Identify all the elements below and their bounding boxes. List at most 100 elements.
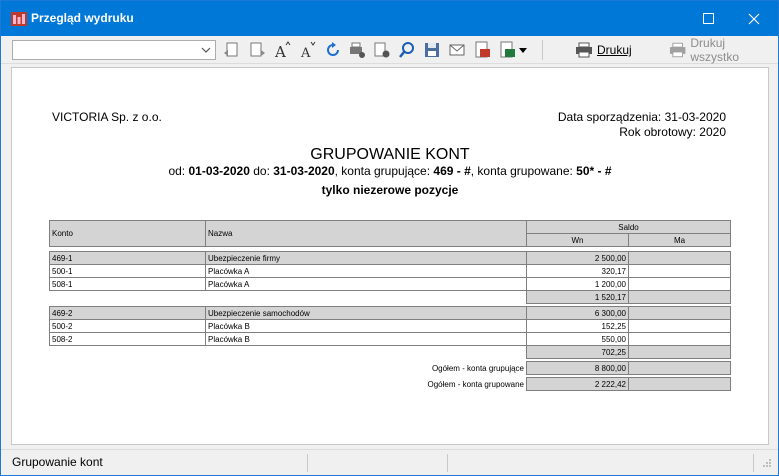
font-decrease-button[interactable]: A bbox=[298, 40, 318, 60]
report-table: Konto Nazwa Saldo Wn Ma 469-1 Ubezpiecze… bbox=[49, 220, 731, 391]
konto-cell: 500-1 bbox=[49, 264, 206, 278]
total-label: Ogółem - konta grupowane bbox=[427, 379, 525, 389]
total-wn: 2 222,42 bbox=[526, 377, 629, 391]
header-saldo: Saldo bbox=[526, 220, 731, 234]
page-settings-icon bbox=[374, 42, 390, 58]
export-menu-button[interactable] bbox=[516, 40, 530, 60]
creation-date: Data sporządzenia: 31-03-2020 bbox=[557, 110, 726, 124]
zoom-in-page-button[interactable] bbox=[222, 40, 242, 60]
table-row: 469-1 Ubezpieczenie firmy 2 500,00 bbox=[49, 251, 731, 265]
font-decrease-icon: A bbox=[300, 41, 316, 59]
wn-cell: 6 300,00 bbox=[526, 306, 629, 320]
nazwa-cell: Ubezpieczenie samochodów bbox=[205, 306, 527, 320]
konto-cell: 469-1 bbox=[49, 251, 206, 265]
konto-cell: 469-2 bbox=[49, 306, 206, 320]
table-row: 500-1 Placówka A 320,17 bbox=[49, 264, 731, 278]
wn-cell: 1 200,00 bbox=[526, 277, 629, 291]
svg-text:A: A bbox=[274, 43, 286, 59]
close-icon bbox=[748, 13, 760, 24]
ma-cell bbox=[628, 332, 731, 346]
to-date: 31-03-2020 bbox=[273, 164, 335, 178]
nazwa-cell: Placówka A bbox=[205, 277, 527, 291]
dropdown-arrow-icon bbox=[519, 48, 527, 53]
report-subtitle: od: 01-03-2020 do: 31-03-2020, konta gru… bbox=[12, 164, 768, 178]
subtotal-wn: 1 520,17 bbox=[526, 290, 629, 304]
font-increase-icon: A bbox=[274, 41, 291, 59]
page-settings-button[interactable] bbox=[372, 40, 392, 60]
company-name: VICTORIA Sp. z o.o. bbox=[52, 110, 162, 124]
fiscal-year: Rok obrotowy: 2020 bbox=[619, 125, 726, 139]
print-preview-window: Przegląd wydruku A A Drukuj Drukuj wszys… bbox=[0, 0, 779, 476]
ma-cell bbox=[628, 306, 731, 320]
konto-cell: 508-2 bbox=[49, 332, 206, 346]
print-button-label: Drukuj bbox=[597, 43, 632, 57]
print-all-button[interactable]: Drukuj wszystko bbox=[665, 36, 778, 64]
pdf-export-icon bbox=[475, 41, 490, 58]
total-ma bbox=[628, 361, 731, 375]
printer-icon bbox=[576, 42, 592, 58]
nazwa-cell: Placówka B bbox=[205, 332, 527, 346]
title-bar: Przegląd wydruku bbox=[1, 1, 778, 36]
save-button[interactable] bbox=[422, 40, 442, 60]
header-nazwa: Nazwa bbox=[205, 220, 527, 247]
wn-cell: 320,17 bbox=[526, 264, 629, 278]
search-button[interactable] bbox=[397, 40, 417, 60]
search-icon bbox=[399, 42, 414, 58]
from-label: od: bbox=[168, 164, 186, 178]
refresh-icon bbox=[327, 42, 339, 56]
close-button[interactable] bbox=[731, 1, 777, 36]
wn-cell: 550,00 bbox=[526, 332, 629, 346]
status-separator bbox=[307, 454, 308, 472]
wn-cell: 152,25 bbox=[526, 319, 629, 333]
table-row: 500-2 Placówka B 152,25 bbox=[49, 319, 731, 333]
printer-settings-button[interactable] bbox=[347, 40, 367, 60]
grouped-label: , konta grupowane: bbox=[470, 164, 573, 178]
grouping-accounts: 469 - # bbox=[433, 164, 471, 178]
zoom-out-page-button[interactable] bbox=[247, 40, 267, 60]
toolbar: A A Drukuj Drukuj wszystko bbox=[1, 36, 778, 64]
status-separator bbox=[447, 454, 448, 472]
save-icon bbox=[425, 43, 439, 57]
page-selector-combo[interactable] bbox=[12, 40, 216, 60]
nazwa-cell: Ubezpieczenie firmy bbox=[205, 251, 527, 265]
grouping-label: , konta grupujące: bbox=[334, 164, 431, 178]
report-note: tylko niezerowe pozycje bbox=[321, 183, 459, 197]
total-row: Ogółem - konta grupujące 8 800,00 bbox=[50, 361, 731, 375]
total-row: Ogółem - konta grupowane 2 222,42 bbox=[50, 377, 731, 391]
to-label: do: bbox=[253, 164, 270, 178]
maximize-icon bbox=[702, 13, 714, 24]
maximize-button[interactable] bbox=[685, 1, 731, 36]
nazwa-cell: Placówka B bbox=[205, 319, 527, 333]
report-app-icon bbox=[11, 12, 27, 26]
subtotal-ma bbox=[628, 290, 731, 304]
svg-text:A: A bbox=[300, 46, 311, 59]
grouped-accounts: 50* - # bbox=[576, 164, 612, 178]
subtotal-row: 1 520,17 bbox=[50, 290, 731, 304]
header-konto: Konto bbox=[49, 220, 206, 247]
status-bar: Grupowanie kont bbox=[1, 449, 778, 475]
subtotal-wn: 702,25 bbox=[526, 345, 629, 359]
print-all-button-label: Drukuj wszystko bbox=[690, 36, 740, 64]
printer-all-icon bbox=[669, 42, 686, 58]
konto-cell: 500-2 bbox=[49, 319, 206, 333]
pdf-export-button[interactable] bbox=[472, 40, 492, 60]
header-wn: Wn bbox=[526, 233, 629, 247]
total-ma bbox=[628, 377, 731, 391]
printer-settings-icon bbox=[350, 42, 365, 58]
resize-grip-icon[interactable] bbox=[762, 458, 772, 468]
print-button[interactable]: Drukuj bbox=[571, 39, 636, 61]
refresh-button[interactable] bbox=[323, 40, 343, 60]
font-increase-button[interactable]: A bbox=[273, 40, 293, 60]
table-row: 469-2 Ubezpieczenie samochodów 6 300,00 bbox=[49, 306, 731, 320]
ma-cell bbox=[628, 319, 731, 333]
report-title: GRUPOWANIE KONT bbox=[310, 146, 470, 163]
table-row: 508-1 Placówka A 1 200,00 bbox=[49, 277, 731, 291]
chevron-down-icon bbox=[201, 47, 211, 53]
report-preview-area[interactable]: VICTORIA Sp. z o.o. Data sporządzenia: 3… bbox=[11, 67, 769, 445]
nazwa-cell: Placówka A bbox=[205, 264, 527, 278]
ma-cell bbox=[628, 251, 731, 265]
konto-cell: 508-1 bbox=[49, 277, 206, 291]
excel-export-button[interactable] bbox=[497, 40, 517, 60]
mail-button[interactable] bbox=[447, 40, 467, 60]
wn-cell: 2 500,00 bbox=[526, 251, 629, 265]
